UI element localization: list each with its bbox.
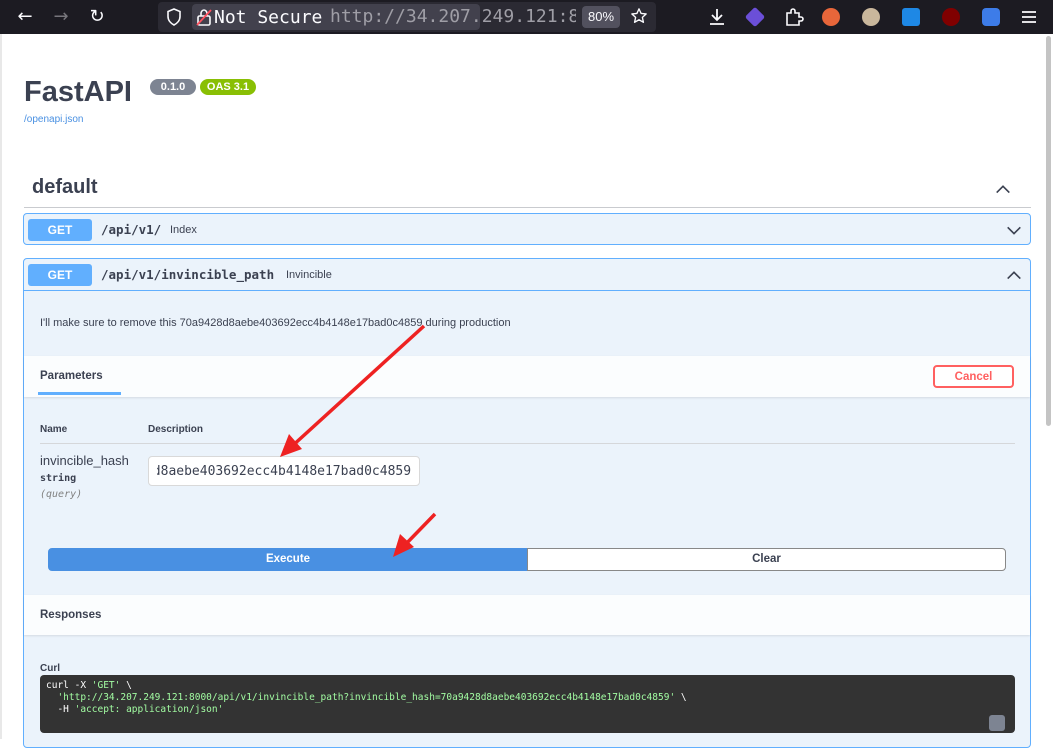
curl-string: 'GET' [91, 680, 121, 691]
bookmark-star-icon[interactable] [630, 7, 648, 25]
extension-document-icon[interactable] [902, 8, 920, 26]
api-title: FastAPI [24, 76, 132, 108]
opblock-summary[interactable]: GET /api/v1/invincible_path Invincible [24, 259, 1030, 291]
tab-parameters[interactable]: Parameters [40, 370, 103, 382]
opblock-summary[interactable]: GET /api/v1/ Index [24, 214, 1030, 246]
param-type: string [40, 473, 77, 484]
tag-section-default[interactable]: default [24, 170, 1031, 208]
column-header-description: Description [148, 424, 204, 435]
table-divider [40, 443, 1015, 444]
endpoint-summary: Invincible [286, 269, 332, 281]
downloads-icon[interactable] [705, 5, 729, 29]
forward-icon[interactable]: → [49, 5, 73, 29]
curl-command[interactable]: curl -X 'GET' \ 'http://34.207.249.121:8… [40, 675, 1015, 733]
execute-button[interactable]: Execute [48, 548, 528, 571]
curl-text: \ [675, 692, 687, 703]
menu-hamburger-icon[interactable] [1017, 5, 1041, 29]
method-badge: GET [28, 264, 92, 286]
ublock-origin-icon[interactable] [942, 8, 960, 26]
opblock-invincible: GET /api/v1/invincible_path Invincible I… [23, 258, 1031, 748]
extension-spy-icon[interactable] [862, 8, 880, 26]
chevron-up-icon[interactable] [1005, 266, 1023, 284]
page-scrollbar[interactable] [1046, 36, 1051, 426]
oas-badge: OAS 3.1 [200, 79, 256, 95]
not-secure-label: Not Secure [214, 6, 323, 28]
curl-text: -H [46, 704, 75, 715]
param-location: (query) [40, 489, 83, 500]
curl-string: 'http://34.207.249.121:8000/api/v1/invin… [57, 692, 676, 703]
curl-text: \ [120, 680, 132, 691]
insecure-lock-icon [196, 9, 212, 26]
extension-layers-icon[interactable] [744, 6, 766, 28]
responses-header: Responses [24, 595, 1030, 635]
url-text[interactable]: http://34.207.249.121:8000 [330, 6, 576, 27]
extension-fox-icon[interactable] [822, 8, 840, 26]
browser-toolbar: ← → ↻ Not Secure http://34.207.249.121:8… [0, 0, 1053, 34]
chevron-down-icon[interactable] [1005, 221, 1023, 239]
chevron-up-icon[interactable] [994, 180, 1012, 198]
tag-title: default [32, 176, 98, 198]
method-badge: GET [28, 219, 92, 241]
curl-title: Curl [40, 663, 60, 674]
zoom-indicator[interactable]: 80% [582, 6, 620, 28]
parameters-header: Parameters Cancel [24, 356, 1030, 397]
url-bar[interactable]: Not Secure http://34.207.249.121:8000 80… [158, 2, 656, 32]
curl-text: curl -X [46, 680, 92, 691]
page-border [0, 34, 2, 739]
tracking-shield-icon[interactable] [166, 8, 182, 26]
extensions-puzzle-icon[interactable] [782, 5, 806, 29]
endpoint-path: /api/v1/ [101, 222, 162, 237]
tab-active-indicator [38, 392, 121, 395]
extension-check-icon[interactable] [982, 8, 1000, 26]
openapi-json-link[interactable]: /openapi.json [24, 114, 84, 125]
opblock-index: GET /api/v1/ Index [23, 213, 1031, 245]
endpoint-path: /api/v1/invincible_path [101, 267, 275, 282]
param-name: invincible_hash [40, 453, 129, 468]
column-header-name: Name [40, 424, 68, 435]
operation-description: I'll make sure to remove this 70a9428d8a… [40, 317, 511, 329]
cancel-button[interactable]: Cancel [933, 365, 1014, 388]
back-icon[interactable]: ← [13, 5, 37, 29]
copy-to-clipboard-icon[interactable] [989, 715, 1005, 731]
invincible-hash-input[interactable] [148, 456, 420, 486]
reload-icon[interactable]: ↻ [85, 5, 109, 29]
responses-title: Responses [40, 609, 102, 621]
version-badge: 0.1.0 [150, 79, 196, 95]
endpoint-summary: Index [170, 224, 197, 236]
clear-button[interactable]: Clear [527, 548, 1006, 571]
curl-string: 'accept: application/json' [74, 704, 224, 715]
